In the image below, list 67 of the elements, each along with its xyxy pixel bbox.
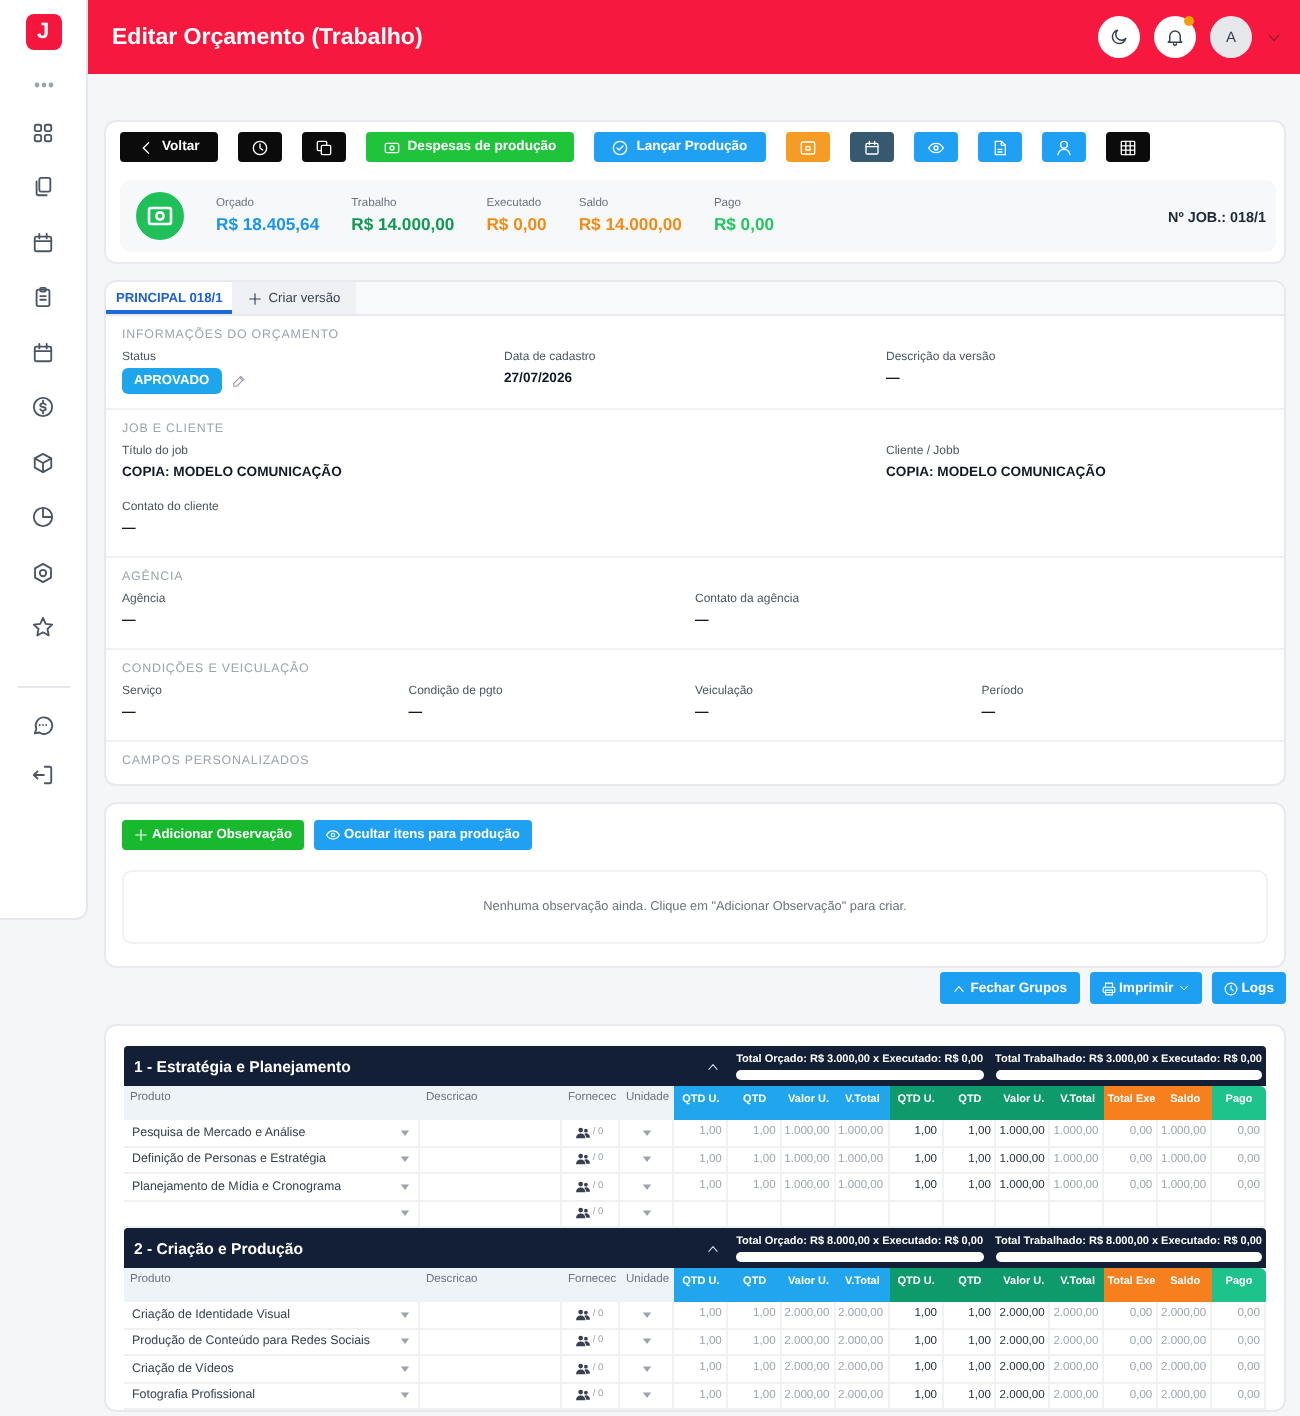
eye-icon bbox=[927, 139, 944, 155]
people-icon bbox=[576, 1388, 591, 1403]
money-icon bbox=[136, 192, 184, 240]
caret-down-icon bbox=[400, 1309, 410, 1320]
caret-down-icon bbox=[400, 1390, 410, 1401]
caret-down-icon bbox=[400, 1336, 410, 1347]
people-icon bbox=[576, 1152, 591, 1167]
caret-down-icon bbox=[400, 1154, 410, 1165]
notifications-button[interactable] bbox=[1154, 16, 1196, 58]
copy-icon bbox=[315, 139, 332, 155]
box-icon bbox=[799, 139, 816, 155]
chevron-up-icon[interactable] bbox=[706, 1241, 721, 1255]
money-icon bbox=[383, 139, 400, 155]
clock-icon bbox=[1223, 981, 1238, 995]
caret-down-icon bbox=[400, 1363, 410, 1374]
metric-value: R$ 0,00 bbox=[713, 214, 775, 234]
grid-icon bbox=[1119, 139, 1136, 155]
metric-value: R$ 14.000,00 bbox=[351, 214, 455, 234]
people-icon bbox=[576, 1307, 591, 1322]
chevron-up-icon[interactable] bbox=[706, 1059, 721, 1073]
check-circle-icon bbox=[612, 139, 629, 155]
metric-value: R$ 0,00 bbox=[486, 214, 547, 234]
caret-down-icon bbox=[400, 1127, 410, 1138]
chevron-left-icon bbox=[138, 139, 154, 155]
page-title: Editar Orçamento (Trabalho) bbox=[112, 25, 423, 49]
chevron-up-icon bbox=[952, 981, 967, 995]
people-icon bbox=[576, 1179, 591, 1194]
people-icon bbox=[576, 1206, 591, 1221]
pie-chart-icon[interactable] bbox=[32, 506, 54, 528]
clock-button[interactable] bbox=[237, 132, 282, 162]
bell-icon bbox=[1166, 28, 1184, 46]
document-button[interactable] bbox=[977, 132, 1022, 162]
moon-icon bbox=[1110, 28, 1128, 46]
grid-icon[interactable] bbox=[32, 121, 54, 143]
logout-icon[interactable] bbox=[32, 763, 54, 785]
app-logo[interactable]: J bbox=[25, 14, 61, 50]
clipboard-icon[interactable] bbox=[32, 286, 54, 308]
caret-down-icon bbox=[1177, 982, 1190, 994]
people-icon bbox=[576, 1125, 591, 1140]
star-icon[interactable] bbox=[32, 616, 54, 638]
document-icon bbox=[991, 139, 1008, 155]
metric-value: R$ 14.000,00 bbox=[578, 214, 682, 234]
calendar-icon[interactable] bbox=[32, 231, 54, 253]
user-icon bbox=[1055, 139, 1072, 155]
pages-icon[interactable] bbox=[32, 176, 54, 198]
clock-icon bbox=[251, 139, 268, 155]
people-icon bbox=[576, 1361, 591, 1376]
user-button[interactable] bbox=[1041, 132, 1086, 162]
view-button[interactable] bbox=[913, 132, 958, 162]
copy-button[interactable] bbox=[301, 132, 346, 162]
theme-toggle-button[interactable] bbox=[1098, 16, 1140, 58]
chat-icon[interactable] bbox=[32, 713, 54, 735]
caret-down-icon bbox=[400, 1181, 410, 1192]
calendar-icon bbox=[863, 139, 880, 155]
grid-button[interactable] bbox=[1105, 132, 1150, 162]
eye-icon bbox=[326, 828, 340, 842]
people-icon bbox=[576, 1334, 591, 1349]
calendar-icon[interactable] bbox=[32, 341, 54, 363]
settings-icon[interactable] bbox=[32, 561, 54, 583]
caret-down-icon bbox=[400, 1208, 410, 1219]
dollar-icon[interactable] bbox=[32, 396, 54, 418]
calendar-button[interactable] bbox=[849, 132, 894, 162]
metric-value: R$ 18.405,64 bbox=[216, 214, 320, 234]
plus-icon bbox=[134, 828, 148, 842]
plus-icon bbox=[248, 291, 263, 305]
printer-icon bbox=[1101, 981, 1116, 995]
cube-icon[interactable] bbox=[32, 451, 54, 473]
